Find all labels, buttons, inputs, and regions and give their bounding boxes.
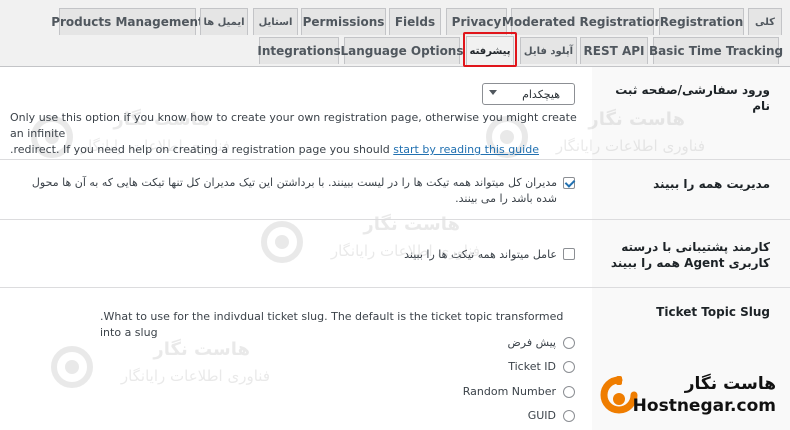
registration-page-help: Only use this option if you know how to … xyxy=(10,111,577,156)
watermark-logo: هاست نگار فناوری اطلاعات رایانگار xyxy=(50,337,290,407)
slug-option-random-number-label: Random Number xyxy=(462,385,556,398)
tab-permissions[interactable]: Permissions xyxy=(301,8,386,35)
slug-option-default-label: پیش فرض xyxy=(507,336,556,349)
tab-general[interactable]: کلی xyxy=(748,8,782,35)
row-separator xyxy=(0,287,790,288)
admins-see-all-label: مدیریت همه را ببیند xyxy=(653,177,770,191)
agents-see-all-label: کارمند پشتیبانی با درسته کاربری Agent هم… xyxy=(610,240,770,270)
tab-integrations[interactable]: Integrations xyxy=(257,37,341,64)
row-separator xyxy=(0,159,790,160)
settings-tabs: Products Management ایمیل ها استایل Perm… xyxy=(0,0,790,67)
slug-option-default-radio[interactable] xyxy=(563,337,575,349)
slug-option-ticket-id-label: Ticket ID xyxy=(508,360,556,373)
registration-guide-link[interactable]: start by reading this guide xyxy=(393,143,539,156)
tab-rest-api[interactable]: REST API xyxy=(580,37,648,64)
tab-basic-time-tracking[interactable]: Basic Time Tracking xyxy=(649,37,783,64)
registration-page-select-value: هیچکدام xyxy=(522,87,560,101)
slug-option-guid-label: GUID xyxy=(527,409,556,422)
tab-language-options[interactable]: Language Options xyxy=(341,37,464,64)
hostnegar-logo: هاست نگار Hostnegar.com xyxy=(596,374,790,426)
ticket-topic-slug-label: Ticket Topic Slug xyxy=(656,305,770,319)
tab-style[interactable]: استایل xyxy=(253,8,298,35)
tab-emails[interactable]: ایمیل ها xyxy=(200,8,248,35)
chevron-down-icon xyxy=(489,90,497,95)
slug-option-random-number-radio[interactable] xyxy=(563,386,575,398)
admins-see-all-checkbox[interactable] xyxy=(563,177,575,189)
row-separator xyxy=(0,219,790,220)
logo-text-en: Hostnegar.com xyxy=(632,396,776,416)
registration-page-label: ورود سفارشی/صفحه ثبت نام xyxy=(615,83,770,113)
agents-see-all-text: عامل میتواند همه تیکت ها را ببیند xyxy=(404,248,557,261)
tab-fields[interactable]: Fields xyxy=(389,8,441,35)
agents-see-all-checkbox[interactable] xyxy=(563,248,575,260)
tab-privacy[interactable]: Privacy xyxy=(446,8,507,35)
registration-page-select[interactable]: هیچکدام xyxy=(482,83,575,105)
tab-registration[interactable]: Registration xyxy=(659,8,744,35)
tab-moderated-registration[interactable]: Moderated Registration xyxy=(502,8,663,35)
tab-file-upload[interactable]: آپلود فایل xyxy=(520,37,577,64)
tab-products-management[interactable]: Products Management xyxy=(51,8,204,35)
slug-option-guid-radio[interactable] xyxy=(563,410,575,422)
slug-option-ticket-id-radio[interactable] xyxy=(563,361,575,373)
active-tab-highlight xyxy=(463,32,517,67)
admins-see-all-text: مدیران کل میتواند همه تیکت ها را در لیست… xyxy=(31,176,557,205)
logo-text-fa: هاست نگار xyxy=(684,374,776,394)
